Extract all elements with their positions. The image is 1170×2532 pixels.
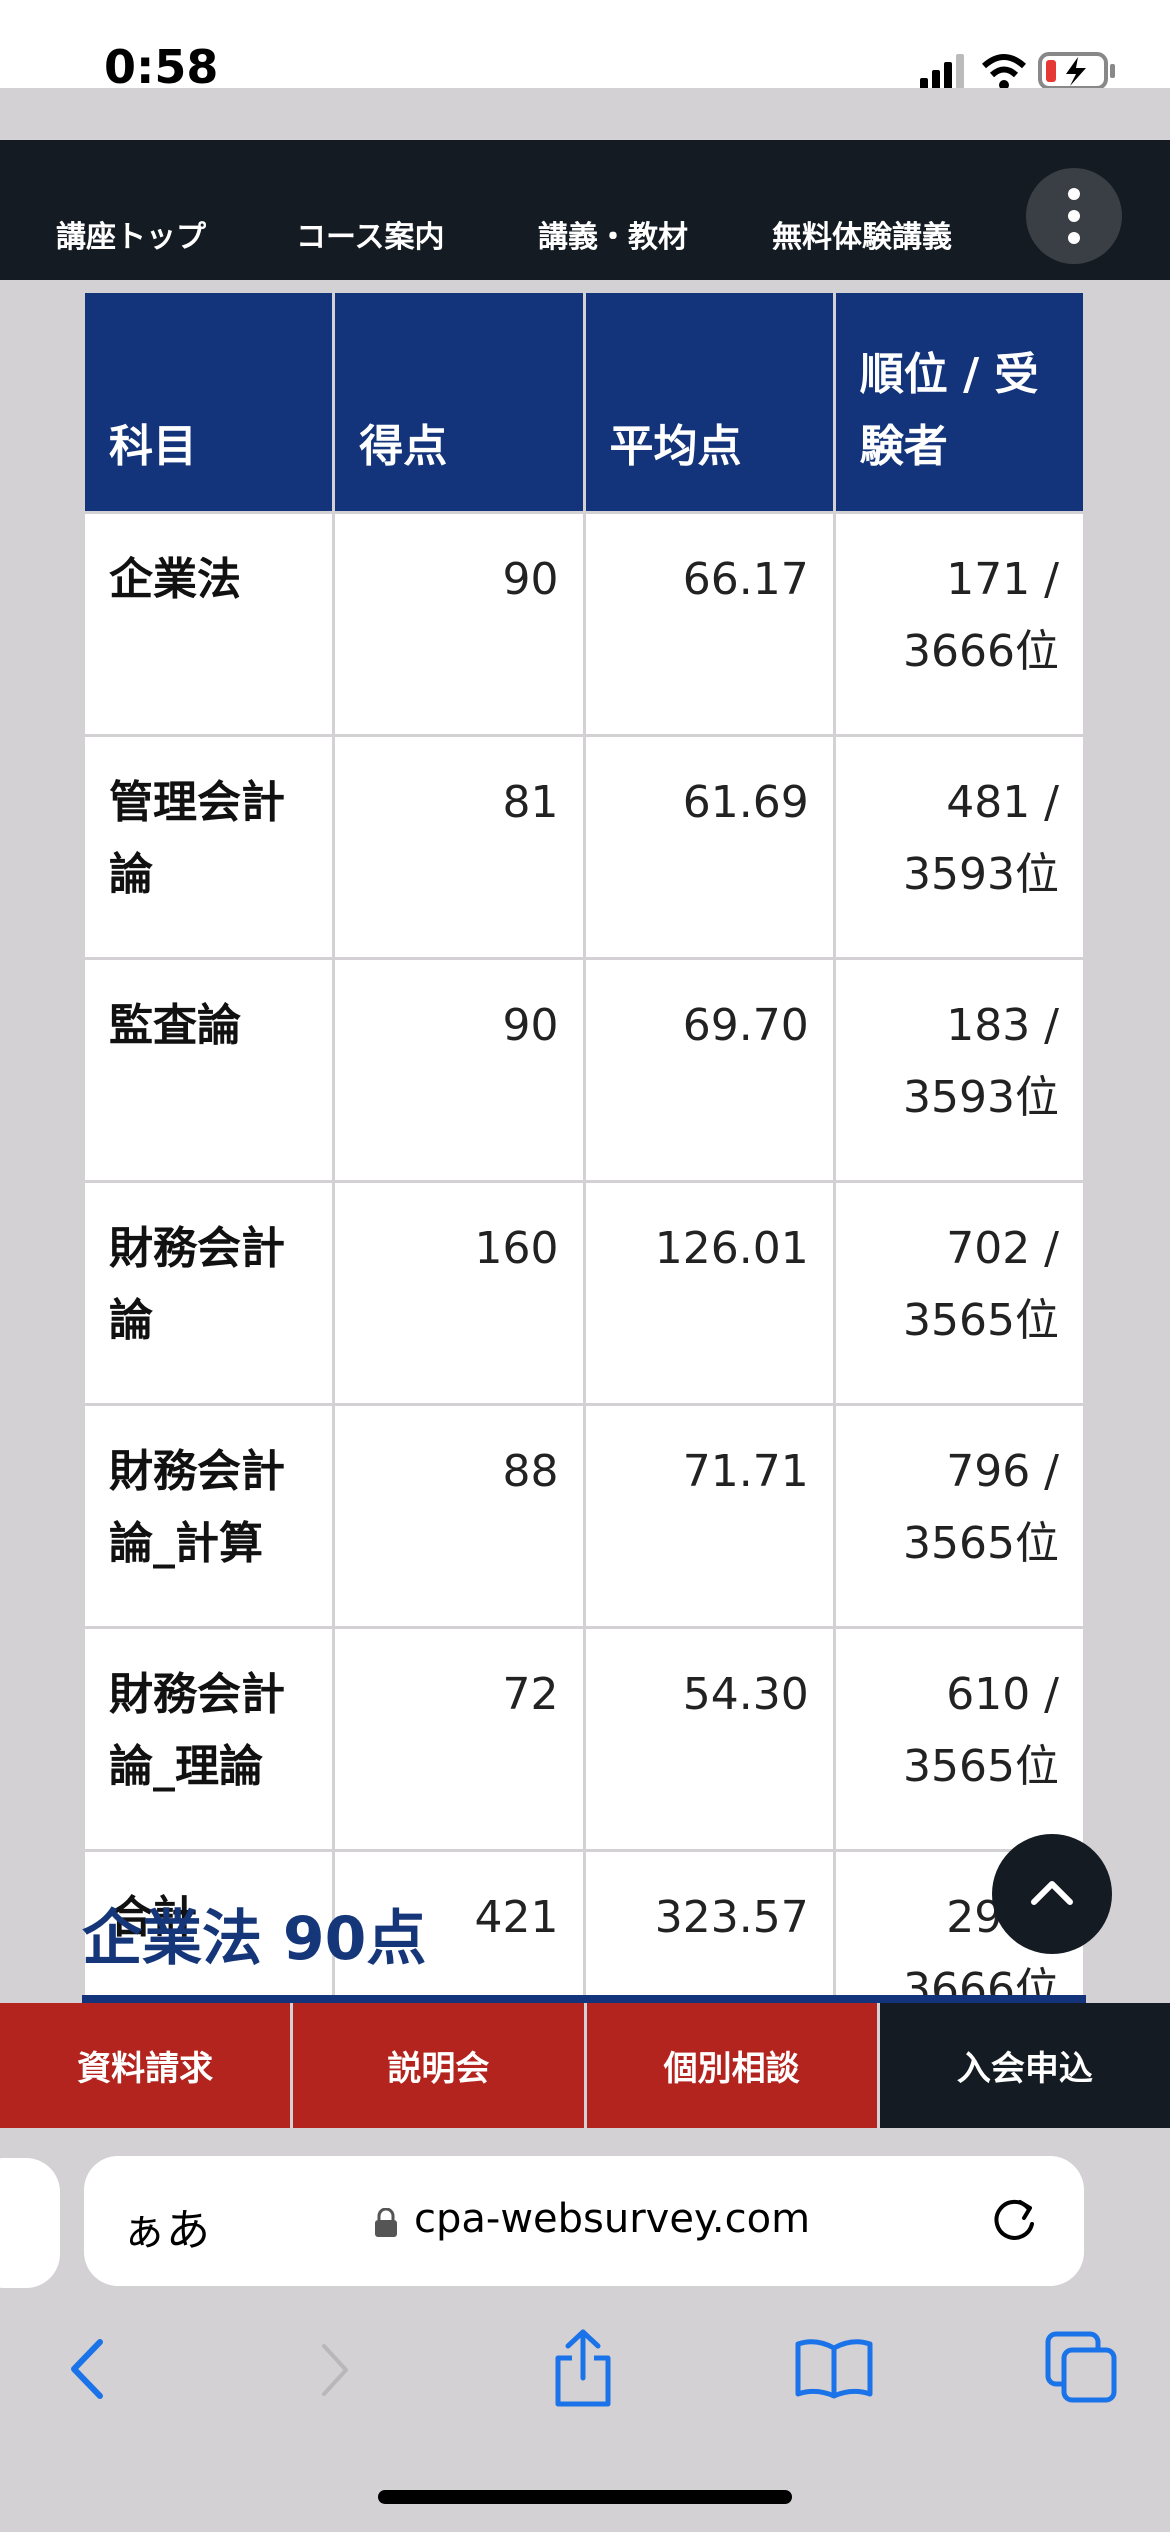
more-menu-button[interactable] xyxy=(1026,168,1122,264)
share-icon[interactable] xyxy=(548,2326,618,2410)
request-materials-button[interactable]: 資料請求 xyxy=(0,2003,294,2128)
cell-subject: 財務会計論_計算 xyxy=(81,1403,336,1629)
consultation-button[interactable]: 個別相談 xyxy=(586,2003,880,2128)
reader-options-button[interactable]: ぁあ xyxy=(122,2194,210,2258)
cell-score: 81 xyxy=(332,734,586,960)
cell-score: 90 xyxy=(332,957,586,1183)
cell-average: 69.70 xyxy=(582,957,836,1183)
scroll-to-top-button[interactable] xyxy=(992,1834,1112,1954)
url-text: cpa-websurvey.com xyxy=(414,2196,811,2242)
cell-rank: 481 / 3593位 xyxy=(832,734,1087,960)
browser-toolbar xyxy=(0,2320,1170,2430)
cell-subject: 監査論 xyxy=(81,957,336,1183)
kebab-icon xyxy=(1068,188,1080,200)
table-row: 企業法 90 66.17 171 / 3666位 xyxy=(81,511,1087,737)
cell-average: 54.30 xyxy=(582,1626,836,1852)
battery-charging-icon xyxy=(1038,52,1115,90)
cell-subject: 企業法 xyxy=(81,511,336,737)
score-table: 科目 得点 平均点 順位 / 受験者 企業法 90 66.17 171 / 36… xyxy=(81,290,1087,2075)
cell-score: 160 xyxy=(332,1180,586,1406)
cell-subject: 財務会計論 xyxy=(81,1180,336,1406)
cell-average: 126.01 xyxy=(582,1180,836,1406)
status-bar: 0:58 xyxy=(0,0,1170,94)
previous-tab-edge[interactable] xyxy=(0,2158,60,2288)
table-header-row: 科目 得点 平均点 順位 / 受験者 xyxy=(81,290,1087,514)
cell-average: 61.69 xyxy=(582,734,836,960)
bookmarks-icon[interactable] xyxy=(794,2334,874,2404)
next-table-header-strip xyxy=(82,1995,1086,2003)
table-row: 財務会計論_理論 72 54.30 610 / 3565位 xyxy=(81,1626,1087,1852)
chevron-up-icon xyxy=(1031,1881,1073,1905)
header-rank: 順位 / 受験者 xyxy=(832,290,1087,514)
table-row: 監査論 90 69.70 183 / 3593位 xyxy=(81,957,1087,1183)
home-indicator xyxy=(378,2490,792,2504)
cell-subject: 財務会計論_理論 xyxy=(81,1626,336,1852)
kebab-icon-dot xyxy=(1068,210,1080,222)
site-nav: 講座トップ コース案内 講義・教材 無料体験講義 xyxy=(0,140,1170,280)
nav-item-course-top[interactable]: 講座トップ xyxy=(56,212,206,256)
lock-icon xyxy=(375,2208,397,2237)
status-gap xyxy=(0,88,1170,140)
forward-icon[interactable] xyxy=(310,2340,360,2400)
section-title: 企業法 90点 xyxy=(82,1904,427,1974)
nav-item-course-guide[interactable]: コース案内 xyxy=(296,212,445,256)
enroll-button[interactable]: 入会申込 xyxy=(879,2003,1170,2128)
cell-rank: 171 / 3666位 xyxy=(832,511,1087,737)
cell-rank: 610 / 3565位 xyxy=(832,1626,1087,1852)
table-row: 管理会計論 81 61.69 481 / 3593位 xyxy=(81,734,1087,960)
header-score: 得点 xyxy=(332,290,586,514)
reload-icon[interactable] xyxy=(984,2190,1044,2250)
cell-subject: 管理会計論 xyxy=(81,734,336,960)
address-bar[interactable]: ぁあ cpa-websurvey.com xyxy=(84,2156,1084,2286)
cell-average: 66.17 xyxy=(582,511,836,737)
cell-rank: 702 / 3565位 xyxy=(832,1180,1087,1406)
info-session-button[interactable]: 説明会 xyxy=(293,2003,587,2128)
signal-icon xyxy=(920,54,964,90)
header-average: 平均点 xyxy=(582,290,836,514)
back-icon[interactable] xyxy=(60,2334,120,2404)
tabs-icon[interactable] xyxy=(1044,2330,1120,2406)
cell-rank: 183 / 3593位 xyxy=(832,957,1087,1183)
cell-average: 71.71 xyxy=(582,1403,836,1629)
kebab-icon-dot xyxy=(1068,232,1080,244)
cell-score: 90 xyxy=(332,511,586,737)
nav-item-free-trial[interactable]: 無料体験講義 xyxy=(772,212,952,256)
cell-score: 88 xyxy=(332,1403,586,1629)
header-subject: 科目 xyxy=(81,290,336,514)
nav-item-lectures[interactable]: 講義・教材 xyxy=(538,212,688,256)
status-time: 0:58 xyxy=(104,40,219,94)
action-bar: 資料請求 説明会 個別相談 入会申込 xyxy=(0,2003,1170,2128)
table-row: 財務会計論_計算 88 71.71 796 / 3565位 xyxy=(81,1403,1087,1629)
wifi-icon xyxy=(981,54,1027,90)
cell-score: 72 xyxy=(332,1626,586,1852)
cell-rank: 796 / 3565位 xyxy=(832,1403,1087,1629)
table-row: 財務会計論 160 126.01 702 / 3565位 xyxy=(81,1180,1087,1406)
